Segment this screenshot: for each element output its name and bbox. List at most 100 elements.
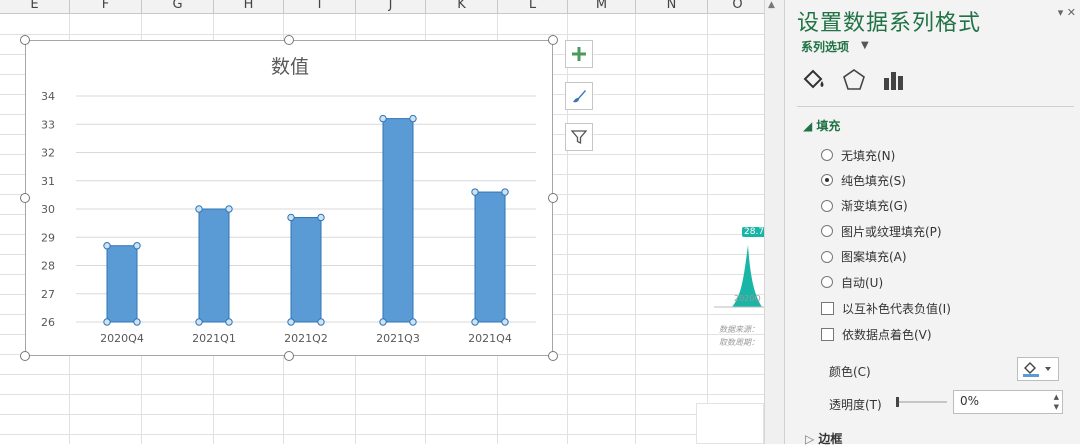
blank-shape bbox=[696, 403, 764, 444]
fill-option-3[interactable]: 图片或纹理填充(P) bbox=[821, 222, 942, 240]
pane-options-icon[interactable]: ▾ ✕ bbox=[1058, 6, 1076, 19]
grid-row-line bbox=[0, 414, 764, 415]
filter-icon bbox=[571, 130, 587, 145]
column-header-f[interactable]: F bbox=[70, 0, 142, 13]
chart-resize-handle[interactable] bbox=[548, 193, 558, 203]
transparency-slider[interactable] bbox=[893, 394, 947, 410]
radio-button[interactable] bbox=[821, 199, 833, 212]
fill-option-label: 自动(U) bbox=[841, 275, 884, 290]
grid-row-line bbox=[0, 374, 764, 375]
bar-selection-handle bbox=[195, 318, 203, 326]
chart-title[interactable]: 数值 bbox=[271, 56, 309, 78]
radio-button[interactable] bbox=[821, 149, 833, 161]
sheet-vertical-scrollbar[interactable]: ▲ bbox=[764, 0, 784, 444]
chart-filters-button[interactable] bbox=[565, 123, 593, 151]
fill-option-1[interactable]: 纯色填充(S) bbox=[821, 171, 906, 189]
column-header-o[interactable]: O bbox=[708, 0, 764, 13]
bar-selection-handle bbox=[225, 318, 233, 326]
fill-option-5[interactable]: 自动(U) bbox=[821, 273, 883, 291]
x-tick-label: 2021Q1 bbox=[192, 332, 236, 345]
transparency-input[interactable]: 0% ▲ ▼ bbox=[953, 390, 1063, 414]
bar-2020Q4[interactable] bbox=[106, 245, 138, 323]
bar-selection-handle bbox=[501, 188, 509, 196]
y-tick-label: 30 bbox=[41, 203, 55, 216]
column-header-n[interactable]: N bbox=[636, 0, 708, 13]
bar-selection-handle bbox=[133, 242, 141, 250]
plot-area[interactable]: 26 27 28 29 30 31 32 33 34 2020Q4 2021Q1 2021Q2 2021… bbox=[41, 90, 536, 345]
column-header-l[interactable]: L bbox=[498, 0, 568, 13]
fill-option-2[interactable]: 渐变填充(G) bbox=[821, 197, 908, 215]
bar-selection-handle bbox=[287, 318, 295, 326]
tab-series-options[interactable] bbox=[879, 66, 909, 94]
column-header-e[interactable]: E bbox=[0, 0, 70, 13]
chart-area[interactable]: 数值 26 27 28 29 30 31 32 33 34 2020Q4 2021Q1 2021Q2 2… bbox=[25, 40, 553, 356]
color-picker-button[interactable] bbox=[1017, 357, 1059, 381]
fill-section-header[interactable]: ◢ 填充 bbox=[803, 117, 840, 134]
grid-row-line bbox=[0, 434, 764, 435]
paint-bucket-color-icon bbox=[1023, 362, 1051, 377]
bar-chart: 数值 2627282930313233342020Q4 2021Q1 2021Q2 2… bbox=[41, 56, 536, 345]
chart-resize-handle[interactable] bbox=[284, 351, 294, 361]
bar-selection-handle bbox=[195, 205, 203, 213]
y-tick-label: 28 bbox=[41, 260, 55, 273]
grid-row-line bbox=[0, 34, 764, 35]
checkbox[interactable] bbox=[821, 301, 834, 315]
tab-fill-line[interactable] bbox=[799, 66, 829, 94]
secondary-area-shape bbox=[714, 245, 764, 308]
chart-resize-handle[interactable] bbox=[20, 193, 30, 203]
chart-resize-handle[interactable] bbox=[20, 35, 30, 45]
tab-effects[interactable] bbox=[839, 66, 869, 94]
radio-button[interactable] bbox=[821, 225, 833, 238]
radio-button[interactable] bbox=[821, 174, 833, 187]
column-header-h[interactable]: H bbox=[214, 0, 284, 13]
transparency-value: 0% bbox=[960, 394, 980, 408]
bar-2021Q2[interactable] bbox=[290, 216, 322, 323]
checkbox-label: 依数据点着色(V) bbox=[842, 327, 932, 342]
radio-button[interactable] bbox=[821, 276, 833, 288]
bar-selection-handle bbox=[471, 188, 479, 196]
color-label: 颜色(C) bbox=[829, 365, 871, 379]
column-header-j[interactable]: J bbox=[356, 0, 426, 13]
fill-option-4[interactable]: 图案填充(A) bbox=[821, 248, 907, 266]
chart-resize-handle[interactable] bbox=[20, 351, 30, 361]
fill-option-0[interactable]: 无填充(N) bbox=[821, 146, 895, 164]
chevron-down-icon[interactable]: ▼ bbox=[861, 40, 869, 51]
secondary-note-source: 数据来源： bbox=[719, 325, 759, 334]
collapse-triangle-icon: ◢ bbox=[803, 119, 813, 133]
fill-option-label: 图片或纹理填充(P) bbox=[841, 224, 942, 239]
y-tick-label: 33 bbox=[41, 118, 55, 131]
border-section-header[interactable]: ▷ 边框 bbox=[805, 430, 842, 447]
checkbox[interactable] bbox=[821, 327, 834, 341]
bar-selection-handle bbox=[471, 318, 479, 326]
bar-2021Q3[interactable] bbox=[382, 118, 414, 323]
bar-selection-handle bbox=[225, 205, 233, 213]
y-tick-label: 26 bbox=[41, 316, 55, 329]
chart-elements-button[interactable] bbox=[565, 40, 593, 68]
chart-resize-handle[interactable] bbox=[548, 351, 558, 361]
chart-resize-handle[interactable] bbox=[284, 35, 294, 45]
bar-selection-handle bbox=[133, 318, 141, 326]
checkbox-option-1[interactable]: 依数据点着色(V) bbox=[821, 325, 932, 343]
series-options-dropdown[interactable]: 系列选项 bbox=[801, 38, 849, 55]
column-header-g[interactable]: G bbox=[142, 0, 214, 13]
spin-arrows-icon[interactable]: ▲ ▼ bbox=[1054, 392, 1059, 412]
radio-button[interactable] bbox=[821, 250, 833, 263]
column-header-i[interactable]: I bbox=[284, 0, 356, 13]
bar-selection-handle bbox=[379, 318, 387, 326]
grid-column-line bbox=[707, 14, 708, 444]
bar-selection-handle bbox=[103, 318, 111, 326]
column-headers: EFGHIJKLMNO bbox=[0, 0, 764, 14]
bar-selection-handle bbox=[501, 318, 509, 326]
spreadsheet-area[interactable]: EFGHIJKLMNO 数值 26 27 28 29 30 31 32 33 34 2020Q4 2… bbox=[0, 0, 764, 444]
chart-resize-handle[interactable] bbox=[548, 35, 558, 45]
chart-styles-button[interactable] bbox=[565, 82, 593, 110]
bar-selection-handle bbox=[103, 242, 111, 250]
pane-title: 设置数据系列格式 bbox=[797, 11, 982, 36]
checkbox-option-0[interactable]: 以互补色代表负值(I) bbox=[821, 299, 951, 317]
plus-icon bbox=[572, 47, 586, 61]
column-header-k[interactable]: K bbox=[426, 0, 498, 13]
scroll-up-icon[interactable]: ▲ bbox=[768, 0, 775, 10]
column-header-m[interactable]: M bbox=[568, 0, 636, 13]
bar-2021Q4[interactable] bbox=[474, 191, 506, 323]
bar-2021Q1[interactable] bbox=[198, 208, 230, 323]
